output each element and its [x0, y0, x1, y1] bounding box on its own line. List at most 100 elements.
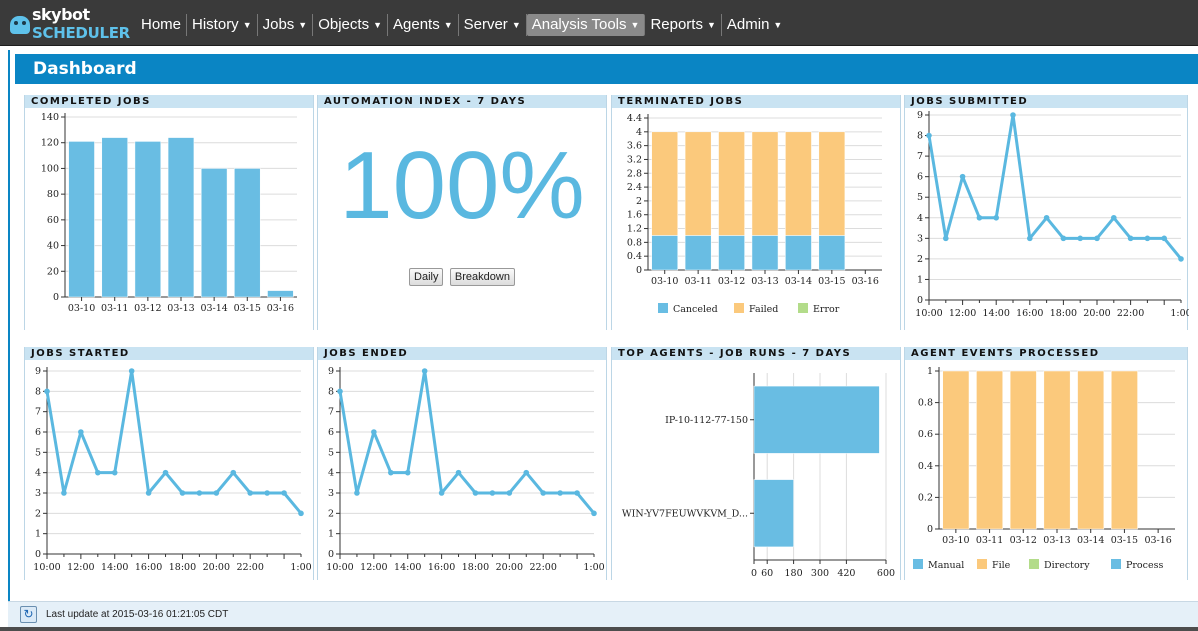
- x-tick-label: 03-11: [976, 535, 1003, 546]
- bar: [818, 131, 846, 236]
- y-tick-label: 8: [328, 386, 334, 397]
- y-tick-label: 0.4: [627, 251, 642, 262]
- caret-down-icon: ▼: [706, 20, 716, 31]
- nav-item-label: Agents: [393, 15, 440, 33]
- data-point: [993, 214, 999, 221]
- data-point: [247, 490, 253, 496]
- y-tick-label: IP-10-112-77-150: [665, 415, 748, 426]
- x-tick-label: 03-14: [1077, 535, 1104, 546]
- automation-view-buttons: Daily Breakdown: [318, 267, 606, 286]
- status-bar: ↻ Last update at 2015-03-16 01:21:05 CDT: [8, 601, 1198, 627]
- bar: [718, 235, 745, 271]
- panel-title: AUTOMATION INDEX - 7 DAYS: [318, 95, 606, 108]
- x-tick-label: 18:00: [462, 562, 489, 573]
- data-point: [1094, 235, 1100, 242]
- x-tick-label: 60: [761, 568, 773, 579]
- nav-item-server[interactable]: Server ▼: [459, 13, 527, 37]
- bar: [200, 168, 228, 298]
- data-point: [1111, 214, 1117, 221]
- caret-down-icon: ▼: [630, 20, 640, 31]
- skybot-logo[interactable]: skybot SCHEDULER: [8, 4, 132, 42]
- data-point: [111, 469, 118, 476]
- bar: [134, 141, 162, 298]
- y-tick-label: 6: [35, 427, 41, 438]
- series-line: [338, 369, 596, 515]
- jobs-started-chart: 0 1 2 3 4 5 6 7 8 9 10:00 12:00 14:00 16:00 18:00 20:00…: [33, 366, 311, 573]
- bar: [718, 131, 745, 236]
- data-point: [1127, 235, 1134, 242]
- breakdown-button[interactable]: Breakdown: [449, 268, 515, 286]
- data-point: [1060, 235, 1067, 242]
- data-point: [421, 368, 428, 374]
- x-tick-label: 03-16: [267, 303, 294, 314]
- caret-down-icon: ▼: [511, 20, 521, 31]
- data-point: [354, 490, 360, 496]
- bar: [684, 131, 712, 236]
- data-point: [472, 490, 479, 496]
- data-point: [1161, 235, 1167, 242]
- caret-down-icon: ▼: [298, 20, 308, 31]
- data-point: [574, 490, 580, 496]
- nav-item-reports[interactable]: Reports ▼: [645, 13, 722, 37]
- y-tick-label: 5: [917, 192, 923, 203]
- top-agents-panel: TOP AGENTS - JOB RUNS - 7 DAYS 0 60 180 300…: [611, 347, 901, 580]
- x-tick-label: 03-10: [68, 303, 95, 314]
- y-tick-label: 3: [35, 488, 41, 499]
- bar: [234, 168, 261, 298]
- x-tick-label: 600: [877, 568, 895, 579]
- x-tick-label: 10:00: [33, 562, 60, 573]
- daily-button[interactable]: Daily: [409, 268, 444, 286]
- y-tick-label: 1: [927, 366, 933, 377]
- x-tick-label: 03-11: [684, 276, 711, 287]
- nav-item-analysis-tools[interactable]: Analysis Tools ▼: [526, 13, 646, 37]
- panel-title: AGENT EVENTS PROCESSED: [905, 347, 1187, 360]
- refresh-icon[interactable]: ↻: [20, 606, 37, 623]
- data-point: [1178, 256, 1184, 262]
- x-tick-label: 18:00: [1050, 308, 1077, 319]
- data-point: [438, 490, 445, 496]
- nav-item-agents[interactable]: Agents ▼: [388, 13, 459, 37]
- caret-down-icon: ▼: [242, 20, 252, 31]
- data-point: [145, 490, 152, 496]
- bar: [753, 479, 794, 548]
- y-tick-label: 9: [328, 366, 334, 377]
- terminated-jobs-panel: TERMINATED JOBS 0 0.4 0.8 1.2 1.6 2 2.4 2.8 3.2 3…: [611, 95, 901, 330]
- nav-item-home[interactable]: Home: [136, 14, 188, 36]
- y-tick-label: 8: [917, 131, 923, 142]
- y-tick-label: 9: [917, 110, 923, 121]
- nav-item-label: Server: [463, 15, 508, 33]
- y-tick-label: 6: [917, 172, 923, 183]
- y-tick-label: 2.4: [627, 182, 642, 193]
- x-tick-label: 12:00: [949, 308, 976, 319]
- data-point: [128, 368, 135, 374]
- x-tick-label: 03-12: [718, 276, 745, 287]
- y-tick-label: 5: [35, 447, 41, 458]
- x-tick-label: 0: [751, 568, 757, 579]
- data-point: [1027, 235, 1033, 242]
- bar: [684, 235, 712, 271]
- y-tick-label: 1.6: [627, 210, 642, 221]
- bar: [785, 131, 812, 236]
- legend-label: Canceled: [673, 304, 718, 315]
- y-tick-label: 4.4: [627, 113, 642, 124]
- y-tick-label: 1: [35, 529, 41, 540]
- nav-item-label: Admin: [726, 15, 770, 33]
- x-tick-label: 03-10: [651, 276, 678, 287]
- nav-item-jobs[interactable]: Jobs ▼: [258, 13, 314, 37]
- y-tick-label: 4: [35, 468, 41, 479]
- data-point: [337, 388, 343, 395]
- y-tick-label: 0.8: [627, 237, 642, 248]
- data-point: [230, 469, 237, 476]
- nav-item-history[interactable]: History ▼: [187, 13, 258, 37]
- y-tick-label: 0: [328, 549, 334, 560]
- bar: [753, 385, 880, 454]
- nav-item-objects[interactable]: Objects ▼: [313, 13, 388, 37]
- nav-item-admin[interactable]: Admin ▼: [722, 14, 787, 36]
- data-point: [95, 469, 101, 476]
- y-tick-label: 2: [328, 508, 334, 519]
- nav-item-label: History: [192, 15, 239, 33]
- main-menu: Home History ▼ Jobs ▼ Objects ▼ Agents ▼ Server ▼ A…: [136, 13, 787, 37]
- data-point: [976, 214, 983, 221]
- logo-text-bottom: SCHEDULER: [32, 24, 130, 42]
- data-point: [959, 173, 966, 180]
